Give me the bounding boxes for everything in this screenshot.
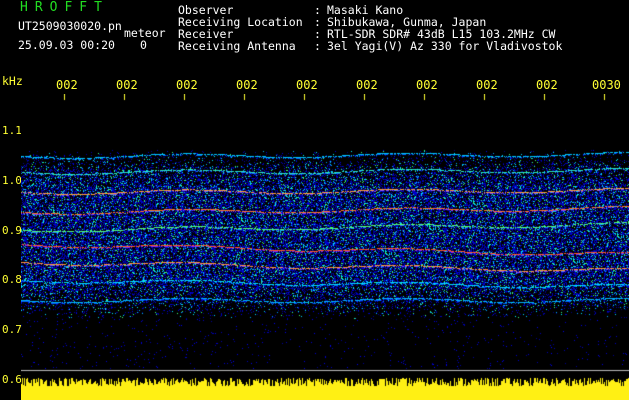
file-name: UT2509030020.pn <box>18 19 122 33</box>
antenna-label: Receiving Antenna <box>178 39 296 53</box>
x-tick-label: 002 <box>536 78 558 92</box>
info-separator: : <box>314 39 321 53</box>
antenna-value: 3el Yagi(V) Az 330 for Vladivostok <box>327 39 563 53</box>
meteor-counter: 0 <box>140 38 147 52</box>
x-tick-label: 002 <box>176 78 198 92</box>
x-tick-label: 002 <box>416 78 438 92</box>
x-tick-label: 002 <box>56 78 78 92</box>
x-tick-label: 002 <box>356 78 378 92</box>
x-tick-label: 0030 <box>592 78 621 92</box>
y-tick-label: 0.6 <box>2 373 22 386</box>
x-tick-label: 002 <box>296 78 318 92</box>
y-axis-unit: kHz <box>2 74 23 88</box>
y-tick-label: 0.8 <box>2 273 22 286</box>
x-tick-label: 002 <box>116 78 138 92</box>
x-tick-label: 002 <box>476 78 498 92</box>
x-tick-label: 002 <box>236 78 258 92</box>
spectrogram-plot <box>21 104 629 400</box>
date-time: 25.09.03 00:20 <box>18 38 115 52</box>
y-tick-label: 1.0 <box>2 174 22 187</box>
hrofft-window: HROFFT UT2509030020.pn meteor 25.09.03 0… <box>0 0 629 400</box>
y-tick-label: 1.1 <box>2 124 22 137</box>
y-tick-label: 0.7 <box>2 323 22 336</box>
y-tick-label: 0.9 <box>2 224 22 237</box>
x-tick-marks <box>0 94 629 102</box>
app-title: HROFFT <box>20 0 109 15</box>
